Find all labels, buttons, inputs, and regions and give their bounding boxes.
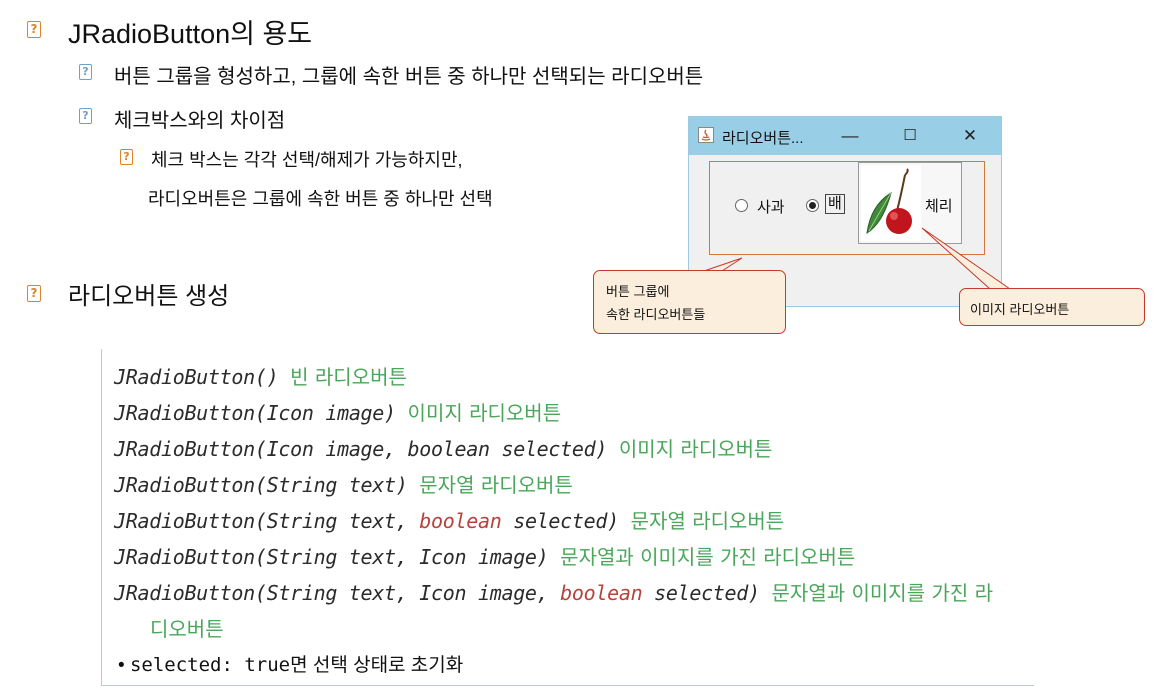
- bullet-icon: ?: [27, 285, 41, 302]
- image-radio-button[interactable]: 체리: [858, 162, 962, 244]
- section-title: 라디오버튼 생성: [68, 283, 230, 310]
- close-button[interactable]: ✕: [955, 123, 985, 149]
- window-titlebar: 라디오버튼... — ☐ ✕: [689, 117, 1001, 155]
- note-bullet: •: [118, 655, 130, 676]
- callout-image-radio: 이미지 라디오버튼: [959, 288, 1145, 326]
- callout-text-line: 이미지 라디오버튼: [970, 302, 1070, 317]
- radio-apple[interactable]: [735, 199, 748, 212]
- radio-pear[interactable]: [806, 199, 819, 212]
- constructor-description-cont: 디오버튼: [150, 617, 224, 641]
- signature-part: JRadioButton(String text, Icon image,: [114, 581, 561, 605]
- maximize-button[interactable]: ☐: [895, 123, 925, 149]
- constructor-description: 문자열 라디오버튼: [630, 509, 785, 533]
- constructor-line: JRadioButton(String text, boolean select…: [114, 505, 784, 534]
- callout-text-line: 속한 라디오버튼들: [606, 307, 706, 322]
- constructor-description: 이미지 라디오버튼: [407, 401, 562, 425]
- selected-note: • selected: true면 선택 상태로 초기화: [118, 650, 463, 677]
- constructor-signature: JRadioButton(): [114, 365, 279, 389]
- constructor-line: JRadioButton(Icon image) 이미지 라디오버튼: [114, 397, 561, 426]
- constructor-line: JRadioButton() 빈 라디오버튼: [114, 361, 407, 390]
- constructor-signature: JRadioButton(String text): [114, 473, 408, 497]
- radio-apple-label[interactable]: 사과: [757, 196, 785, 217]
- constructor-description: 문자열 라디오버튼: [419, 473, 573, 497]
- constructor-line: JRadioButton(Icon image, boolean selecte…: [114, 433, 772, 462]
- note-text: 면 선택 상태로 초기화: [290, 655, 464, 676]
- signature-part: JRadioButton(String text,: [114, 509, 420, 533]
- constructor-signature: JRadioButton(String text, Icon image, bo…: [114, 581, 760, 605]
- constructor-description: 문자열과 이미지를 가진 라디오버튼: [560, 545, 856, 569]
- image-radio-label: 체리: [925, 198, 953, 215]
- bullet-text: 버튼 그룹을 형성하고, 그룹에 속한 버튼 중 하나만 선택되는 라디오버튼: [114, 66, 704, 88]
- constructor-description: 빈 라디오버튼: [290, 365, 407, 389]
- constructor-signature: JRadioButton(Icon image, boolean selecte…: [114, 437, 608, 461]
- bullet-text: 체크박스와의 차이점: [114, 110, 286, 132]
- bullet-icon: ?: [27, 21, 41, 38]
- window-title: 라디오버튼...: [722, 130, 804, 147]
- constructor-line-cont: 디오버튼: [150, 613, 224, 642]
- constructor-signature: JRadioButton(Icon image): [114, 401, 396, 425]
- radio-group-panel: 사과 배 체리: [709, 161, 985, 255]
- constructor-signature: JRadioButton(String text, boolean select…: [114, 509, 619, 533]
- constructor-description: 문자열과 이미지를 가진 라: [771, 581, 994, 605]
- constructor-line: JRadioButton(String text) 문자열 라디오버튼: [114, 469, 573, 498]
- java-app-icon: [698, 127, 714, 143]
- radio-pear-label[interactable]: 배: [825, 194, 845, 214]
- signature-part: selected): [501, 509, 619, 533]
- bullet-icon: ?: [79, 64, 92, 80]
- bullet-icon: ?: [120, 149, 133, 165]
- callout-radio-group: 버튼 그룹에 속한 라디오버튼들: [593, 270, 786, 334]
- callout-text-line: 버튼 그룹에: [606, 284, 670, 299]
- keyword-boolean: boolean: [419, 509, 502, 533]
- minimize-button[interactable]: —: [835, 123, 865, 149]
- constructor-description: 이미지 라디오버튼: [618, 437, 773, 461]
- note-code: selected: true: [129, 654, 291, 676]
- sub-bullet-text: 체크 박스는 각각 선택/해제가 가능하지만,: [151, 150, 463, 170]
- signature-part: selected): [642, 581, 760, 605]
- constructor-line: JRadioButton(String text, Icon image, bo…: [114, 577, 993, 606]
- cherry-icon: [861, 165, 921, 241]
- keyword-boolean: boolean: [560, 581, 643, 605]
- bullet-icon: ?: [79, 108, 92, 124]
- constructor-line: JRadioButton(String text, Icon image) 문자…: [114, 541, 855, 570]
- section-title: JRadioButton의 용도: [68, 19, 313, 49]
- sub-bullet-text-cont: 라디오버튼은 그룹에 속한 버튼 중 하나만 선택: [148, 189, 493, 209]
- constructor-signature: JRadioButton(String text, Icon image): [114, 545, 549, 569]
